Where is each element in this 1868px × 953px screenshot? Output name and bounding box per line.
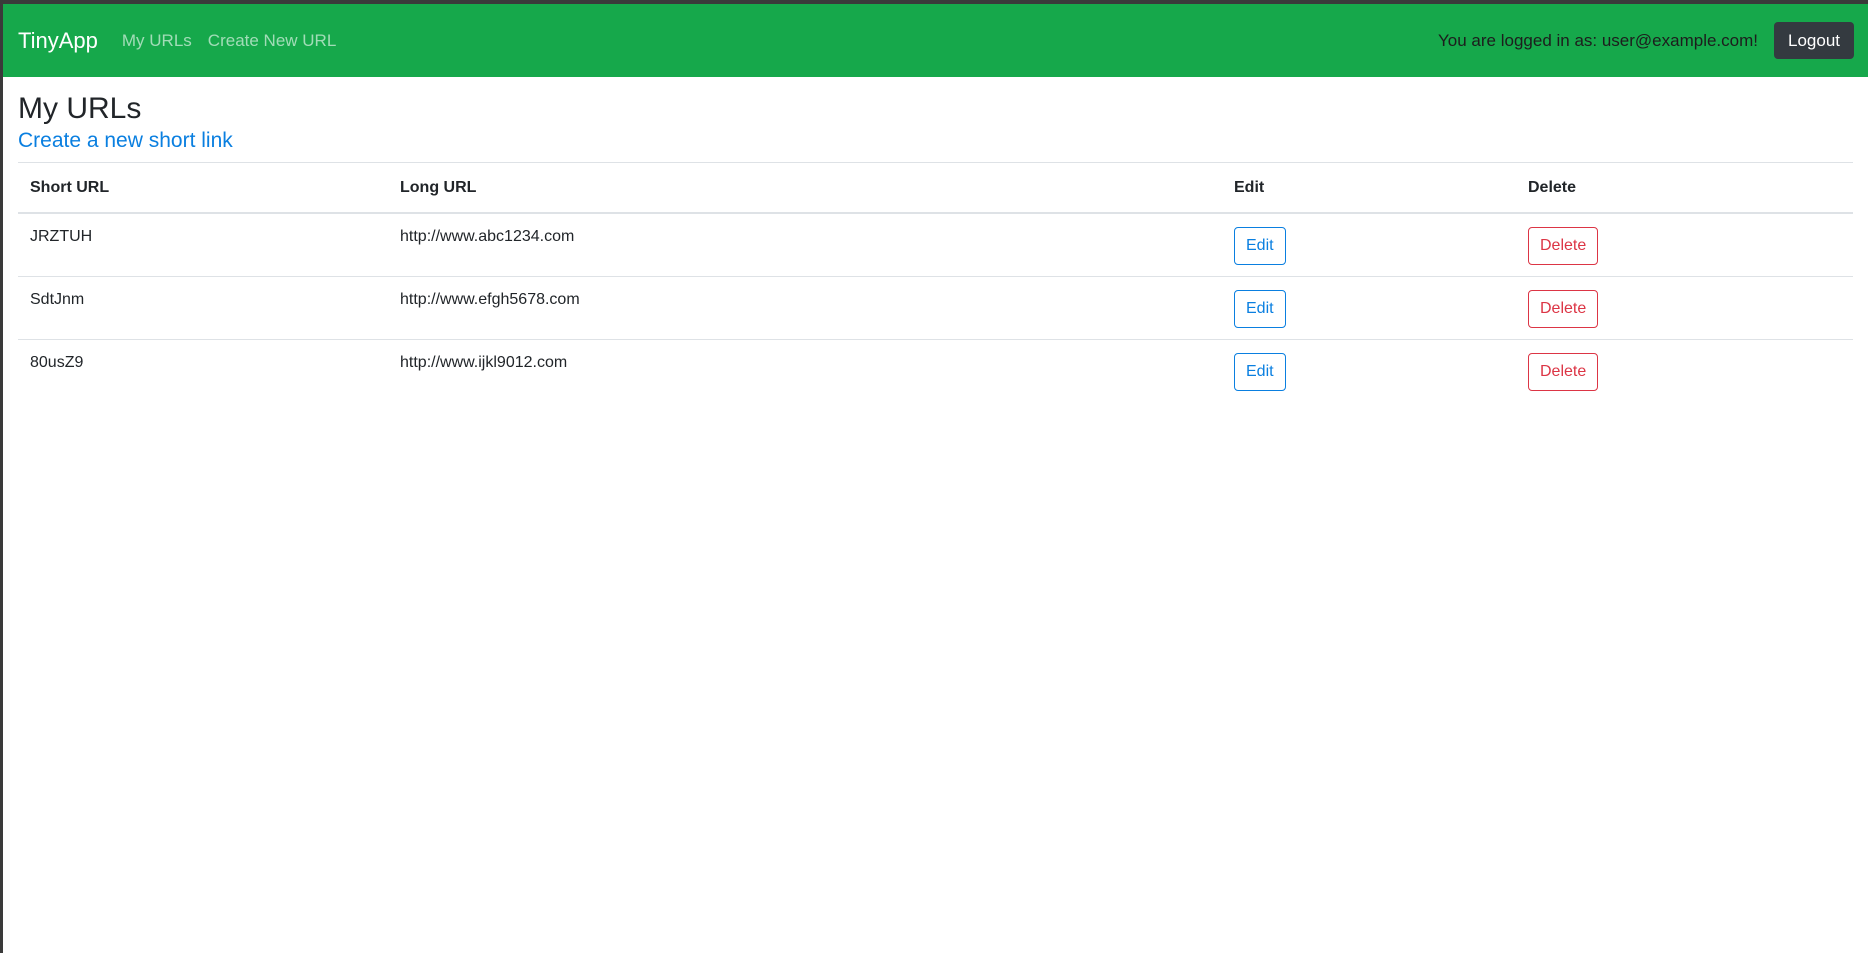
short-url-cell: SdtJnm xyxy=(18,276,388,340)
long-url-cell: http://www.efgh5678.com xyxy=(388,276,1222,340)
delete-cell: Delete xyxy=(1516,276,1853,340)
delete-cell: Delete xyxy=(1516,213,1853,277)
delete-cell: Delete xyxy=(1516,339,1853,402)
create-short-link[interactable]: Create a new short link xyxy=(18,129,233,153)
header-edit: Edit xyxy=(1222,162,1516,214)
short-url-cell: 80usZ9 xyxy=(18,339,388,402)
edit-button[interactable]: Edit xyxy=(1234,227,1286,265)
short-url-cell: JRZTUH xyxy=(30,228,93,245)
delete-button[interactable]: Delete xyxy=(1528,290,1599,328)
main-content: My URLs Create a new short link Short UR… xyxy=(3,91,1868,402)
nav-link-create-new-url[interactable]: Create New URL xyxy=(208,31,337,51)
table-body: JRZTUH http://www.abc1234.com Edit Delet… xyxy=(18,213,1853,402)
navbar: TinyApp My URLs Create New URL You are l… xyxy=(3,4,1868,77)
header-delete: Delete xyxy=(1516,162,1853,214)
delete-button[interactable]: Delete xyxy=(1528,227,1599,265)
table-row: SdtJnm http://www.efgh5678.com Edit Dele… xyxy=(18,276,1853,340)
long-url-cell: http://www.ijkl9012.com xyxy=(388,339,1222,402)
table-header-row: Short URL Long URL Edit Delete xyxy=(18,162,1853,214)
table-header: Short URL Long URL Edit Delete xyxy=(18,162,1853,214)
header-long-url: Long URL xyxy=(388,162,1222,214)
edit-cell: Edit xyxy=(1222,213,1516,277)
edit-cell: Edit xyxy=(1222,276,1516,340)
page-title: My URLs xyxy=(18,92,142,125)
table-row: JRZTUH http://www.abc1234.com Edit Delet… xyxy=(18,213,1853,277)
edit-cell: Edit xyxy=(1222,339,1516,402)
login-status-text: You are logged in as: user@example.com! xyxy=(1438,30,1758,50)
table-row: 80usZ9 http://www.ijkl9012.com Edit Dele… xyxy=(18,339,1853,402)
logout-button[interactable]: Logout xyxy=(1774,22,1854,59)
nav-link-my-urls[interactable]: My URLs xyxy=(122,31,192,51)
edit-button[interactable]: Edit xyxy=(1234,353,1286,391)
delete-button[interactable]: Delete xyxy=(1528,353,1599,391)
urls-table: Short URL Long URL Edit Delete JRZTUH ht… xyxy=(18,162,1853,402)
header-short-url: Short URL xyxy=(18,162,388,214)
brand-link[interactable]: TinyApp xyxy=(18,28,98,54)
long-url-cell: http://www.abc1234.com xyxy=(400,228,575,245)
browser-viewport: TinyApp My URLs Create New URL You are l… xyxy=(0,0,1868,953)
edit-button[interactable]: Edit xyxy=(1234,290,1286,328)
